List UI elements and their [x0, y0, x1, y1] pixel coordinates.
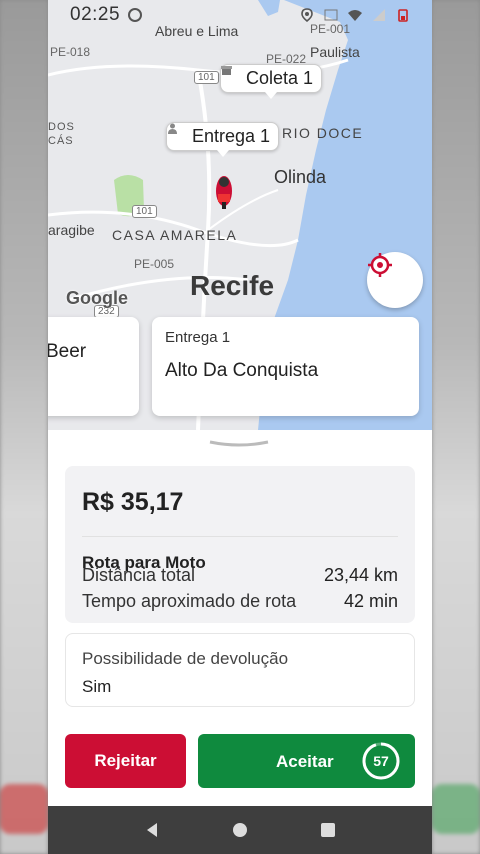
pin-coleta[interactable]: Coleta 1 [220, 64, 323, 99]
stop-card-entrega[interactable]: Entrega 1 Alto Da Conquista [152, 317, 419, 416]
back-icon[interactable] [144, 822, 160, 838]
backdrop-left [0, 0, 48, 854]
sheet-handle[interactable] [208, 440, 270, 448]
map-shield-101-bottom: 101 [132, 205, 157, 218]
return-value: Sim [82, 677, 112, 696]
map-shield-101-top: 101 [194, 71, 219, 84]
backdrop-green-shape [432, 784, 480, 834]
time-row: Tempo aproximado de rota 42 min [82, 591, 398, 612]
route-summary-box: R$ 35,17 Rota para Moto Distância total … [65, 466, 415, 623]
return-box: Possibilidade de devolução Sim [65, 633, 415, 707]
pin-entrega[interactable]: Entrega 1 [166, 122, 280, 157]
countdown-value: 57 [373, 753, 389, 769]
location-icon [301, 8, 313, 22]
person-icon [168, 123, 186, 142]
map-label-cas: CÁS [48, 135, 74, 147]
time-value: 42 min [343, 591, 398, 611]
divider [82, 536, 398, 537]
map-label-rio-doce: RIO DOCE [282, 125, 364, 141]
recents-icon[interactable] [320, 822, 336, 838]
stop-card-title: Entrega 1 [165, 329, 231, 346]
offer-price: R$ 35,17 [82, 488, 184, 516]
accept-label: Aceitar [276, 752, 334, 771]
stop-card-prev[interactable]: Beer [48, 317, 139, 416]
accept-button[interactable]: Aceitar 57 [198, 734, 415, 788]
map-label-recife: Recife [190, 270, 275, 301]
map-view[interactable]: Abreu e Lima PE-018 PE-022 PE-001 Paulis… [48, 0, 432, 430]
time-label: Tempo aproximado de rota [82, 591, 297, 611]
pin-entrega-label: Entrega 1 [192, 126, 271, 146]
store-icon [221, 66, 240, 84]
volte-icon [324, 9, 338, 21]
sync-icon [128, 8, 143, 22]
pin-coleta-label: Coleta 1 [246, 68, 314, 88]
return-label: Possibilidade de devolução [82, 649, 289, 668]
reject-label: Rejeitar [94, 751, 157, 770]
reject-button[interactable]: Rejeitar [65, 734, 186, 788]
wifi-icon [348, 10, 362, 21]
stop-card-prev-name: Beer [48, 341, 87, 362]
crosshair-icon [368, 253, 392, 277]
backdrop-red-shape [0, 784, 48, 834]
status-bar: 02:25 [48, 0, 432, 30]
countdown-timer: 57 [361, 741, 401, 781]
system-navbar [48, 806, 432, 854]
locate-button[interactable] [367, 252, 423, 308]
status-icons [300, 8, 410, 22]
distance-value: 23,44 km [323, 565, 398, 585]
map-label-ragibe: aragibe [48, 222, 95, 238]
distance-row: Distância total 23,44 km [82, 565, 398, 586]
signal-icon [373, 9, 385, 21]
map-label-paulista: Paulista [310, 44, 360, 60]
offer-sheet: R$ 35,17 Rota para Moto Distância total … [48, 430, 432, 806]
phone-screen: Abreu e Lima PE-018 PE-022 PE-001 Paulis… [48, 0, 432, 854]
home-icon[interactable] [232, 822, 248, 838]
backdrop-right [432, 0, 480, 854]
map-road-pe018: PE-018 [50, 45, 91, 59]
map-label-casa-amarela: CASA AMARELA [112, 227, 238, 243]
map-label-dos: DOS [48, 121, 75, 133]
status-time: 02:25 [70, 4, 121, 25]
battery-icon [398, 9, 408, 22]
distance-label: Distância total [82, 565, 196, 585]
stop-card-name: Alto Da Conquista [165, 360, 319, 381]
map-label-olinda: Olinda [274, 167, 327, 187]
map-road-pe005: PE-005 [134, 257, 175, 271]
google-watermark: Google [66, 288, 128, 308]
